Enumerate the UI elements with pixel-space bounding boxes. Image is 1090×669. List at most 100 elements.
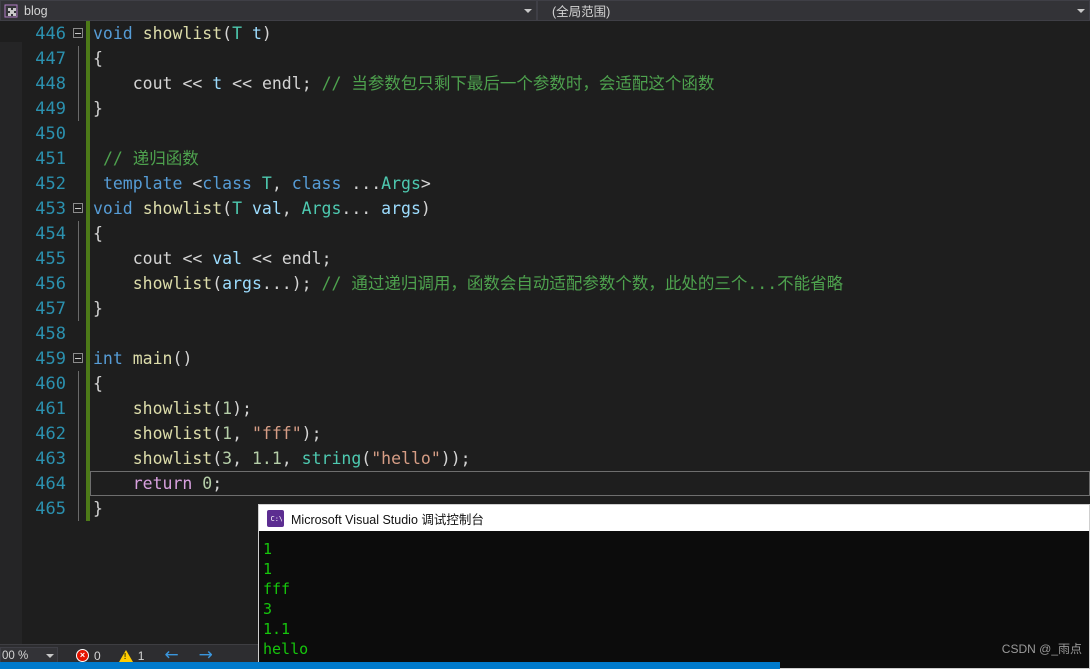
code-line[interactable]: 452 template <class T, class ...Args> <box>0 171 1090 196</box>
console-output-line: 1 <box>263 560 273 578</box>
code-line[interactable]: 461 showlist(1); <box>0 396 1090 421</box>
line-number: 463 <box>35 448 66 469</box>
fold-guide-line <box>78 496 79 521</box>
fold-guide-line <box>78 271 79 296</box>
code-line-text: void showlist(T t) <box>93 24 272 43</box>
code-line[interactable]: 457} <box>0 296 1090 321</box>
code-line[interactable]: 463 showlist(3, 1.1, string("hello")); <box>0 446 1090 471</box>
zoom-level-value: 00 % <box>2 649 29 662</box>
code-line[interactable]: 448 cout << t << endl; // 当参数包只剩下最后一个参数时… <box>0 71 1090 96</box>
line-number: 446 <box>35 23 66 44</box>
line-number: 451 <box>35 148 66 169</box>
collapse-region-icon[interactable] <box>73 353 83 363</box>
code-line[interactable]: 449} <box>0 96 1090 121</box>
fold-column[interactable] <box>72 321 88 346</box>
code-line[interactable]: 460 { <box>0 371 1090 396</box>
chevron-down-icon[interactable] <box>520 1 536 21</box>
fold-column[interactable] <box>72 246 88 271</box>
fold-column[interactable] <box>72 71 88 96</box>
line-number: 447 <box>35 48 66 69</box>
collapse-region-icon[interactable] <box>73 28 83 38</box>
fold-guide-line <box>78 221 79 246</box>
fold-column[interactable] <box>72 96 88 121</box>
console-output-line: 1 <box>263 540 273 558</box>
fold-guide-line <box>78 296 79 321</box>
line-number: 458 <box>35 323 66 344</box>
fold-column[interactable] <box>72 421 88 446</box>
line-number: 461 <box>35 398 66 419</box>
fold-column[interactable] <box>72 396 88 421</box>
code-line-text: showlist(1, "fff"); <box>132 424 322 443</box>
fold-column[interactable] <box>72 21 88 46</box>
fold-guide-line <box>78 396 79 421</box>
visual-studio-window: blog (全局范围) 446 void showlist(T t) 447 {448… <box>0 0 1090 669</box>
watermark-text: CSDN @_雨点 <box>1001 642 1082 656</box>
console-output-line: fff <box>263 580 291 598</box>
debug-console-window[interactable]: C:\ Microsoft Visual Studio 调试控制台 1 1 fff 3… <box>258 504 1090 669</box>
fold-column[interactable] <box>72 496 88 521</box>
collapse-region-icon[interactable] <box>73 203 83 213</box>
error-count-item[interactable]: × 0 <box>76 649 101 663</box>
fold-guide-line <box>78 421 79 446</box>
line-number: 456 <box>35 273 66 294</box>
code-line-text: } <box>93 299 103 318</box>
fold-guide-line <box>78 446 79 471</box>
code-line[interactable]: 451 // 递归函数 <box>0 146 1090 171</box>
scope-combobox-value: (全局范围) <box>552 5 611 19</box>
line-number: 452 <box>35 173 66 194</box>
fold-column[interactable] <box>72 196 88 221</box>
fold-guide-line <box>78 371 79 396</box>
fold-column[interactable] <box>72 46 88 71</box>
code-line[interactable]: 464 return 0; <box>0 471 1090 496</box>
line-number: 464 <box>35 473 66 494</box>
chevron-down-icon[interactable] <box>1073 1 1089 21</box>
code-line-text: // 递归函数 <box>102 149 199 168</box>
code-line[interactable]: 456 showlist(args...); // 通过递归调用，函数会自动适配… <box>0 271 1090 296</box>
line-number: 448 <box>35 73 66 94</box>
fold-column[interactable] <box>72 346 88 371</box>
fold-column[interactable] <box>72 271 88 296</box>
line-number: 449 <box>35 98 66 119</box>
code-line-text: cout << val << endl; <box>132 249 332 268</box>
warning-count-item[interactable]: 1 <box>118 649 144 663</box>
fold-guide-line <box>78 246 79 271</box>
svg-text:C:\: C:\ <box>271 515 283 523</box>
code-line[interactable]: 447 { <box>0 46 1090 71</box>
code-line[interactable]: 462 showlist(1, "fff"); <box>0 421 1090 446</box>
code-line[interactable]: 446 void showlist(T t) <box>0 21 1090 46</box>
chevron-down-icon[interactable] <box>43 653 57 658</box>
warning-icon <box>118 649 133 662</box>
fold-guide-line <box>78 471 79 496</box>
line-number: 460 <box>35 373 66 394</box>
console-output: 1 1 fff 3 1.1 hello <box>259 531 1089 659</box>
code-line[interactable]: 458 <box>0 321 1090 346</box>
code-line[interactable]: 453 void showlist(T val, Args... args) <box>0 196 1090 221</box>
fold-column[interactable] <box>72 471 88 496</box>
project-scope-combobox[interactable]: blog <box>0 0 537 21</box>
fold-column[interactable] <box>72 171 88 196</box>
code-line[interactable]: 450 <box>0 121 1090 146</box>
fold-column[interactable] <box>72 221 88 246</box>
line-number: 465 <box>35 498 66 519</box>
member-scope-combobox[interactable]: (全局范围) <box>537 0 1090 21</box>
fold-column[interactable] <box>72 371 88 396</box>
fold-column[interactable] <box>72 121 88 146</box>
code-line-text: return 0; <box>132 474 223 493</box>
code-line-text: showlist(args...); // 通过递归调用，函数会自动适配参数个数… <box>132 274 844 293</box>
fold-column[interactable] <box>72 296 88 321</box>
code-line[interactable]: 455 cout << val << endl; <box>0 246 1090 271</box>
code-line-text: int main() <box>93 349 193 368</box>
code-line-text: cout << t << endl; // 当参数包只剩下最后一个参数时，会适配… <box>132 74 715 93</box>
fold-column[interactable] <box>72 446 88 471</box>
console-title-bar: C:\ Microsoft Visual Studio 调试控制台 <box>259 505 1089 531</box>
code-line-text: { <box>93 374 103 393</box>
line-number: 459 <box>35 348 66 369</box>
project-combobox-value: blog <box>24 3 48 18</box>
error-icon: × <box>76 649 89 662</box>
line-number: 462 <box>35 423 66 444</box>
code-line[interactable]: 454 { <box>0 221 1090 246</box>
fold-column[interactable] <box>72 146 88 171</box>
fold-guide-line <box>78 46 79 71</box>
code-line-text: { <box>93 224 103 243</box>
code-line[interactable]: 459 int main() <box>0 346 1090 371</box>
